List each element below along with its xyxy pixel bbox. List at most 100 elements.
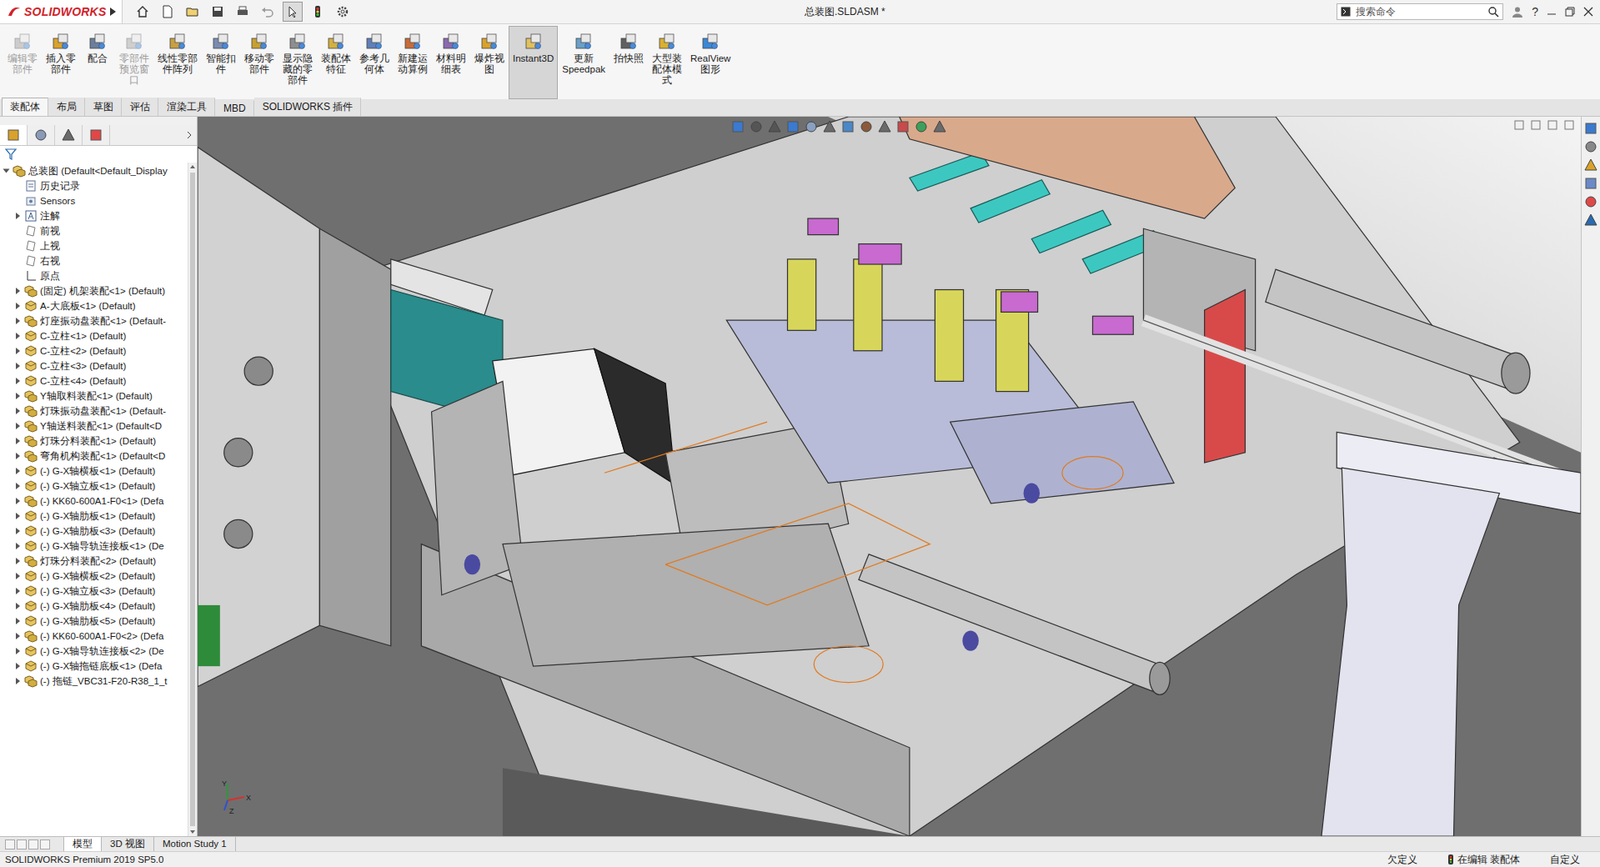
property-icon[interactable] (34, 128, 48, 142)
view-tool-icon[interactable] (822, 120, 837, 134)
expand-arrow[interactable] (13, 511, 22, 521)
tree-item[interactable]: 灯珠分料装配<1> (Default) (0, 433, 188, 449)
tree-item[interactable]: 灯珠分料装配<2> (Default) (0, 553, 188, 569)
tree-item[interactable]: 注解 (0, 208, 188, 224)
task-pane-icon[interactable] (1584, 176, 1598, 191)
command-tab[interactable]: 装配体 (1, 97, 49, 116)
tree-item[interactable]: (-) G-X轴导轨连接板<1> (De (0, 538, 188, 554)
command-tab[interactable]: 草图 (85, 97, 122, 116)
tree-item[interactable]: 原点 (0, 268, 188, 284)
ribbon-button[interactable]: 参考几何体 (355, 25, 394, 100)
ribbon-button[interactable]: 编辑零部件 (3, 25, 42, 100)
ribbon-button[interactable]: 材料明细表 (431, 25, 471, 100)
expand-arrow[interactable] (13, 571, 22, 581)
ribbon-button[interactable]: RealView图形 (686, 25, 735, 100)
restore-icon[interactable] (1564, 6, 1575, 17)
status-item[interactable]: 自定义 (1534, 853, 1595, 867)
ribbon-button[interactable]: 新建运动算例 (393, 25, 432, 100)
tree-item[interactable]: 右视 (0, 253, 188, 269)
feature-tree-icon[interactable] (6, 128, 21, 142)
print-button[interactable] (232, 1, 253, 22)
open-button[interactable] (182, 1, 203, 22)
command-tab[interactable]: 布局 (48, 97, 86, 116)
search-box[interactable]: 搜索命令 (1336, 3, 1504, 21)
expand-menu-icon[interactable] (108, 6, 117, 17)
command-tab[interactable]: 评估 (121, 97, 159, 116)
task-pane-icon[interactable] (1584, 140, 1598, 154)
panel-tab[interactable] (27, 125, 56, 146)
view-tool-icon[interactable] (877, 120, 892, 134)
tree-item[interactable]: Sensors (0, 193, 188, 209)
close-icon[interactable] (1583, 6, 1594, 17)
tree-item[interactable]: C-立柱<3> (Default) (0, 358, 188, 374)
view-tool-icon[interactable] (767, 120, 782, 134)
undo-button[interactable] (257, 1, 278, 22)
bottom-tab[interactable]: Motion Study 1 (154, 837, 236, 852)
ribbon-button[interactable]: 移动零部件 (240, 25, 279, 100)
viewport-window-icon[interactable] (1530, 120, 1541, 131)
expand-arrow[interactable] (13, 316, 22, 326)
select-button[interactable] (282, 1, 303, 22)
task-pane-icon[interactable] (1584, 195, 1598, 209)
tree-item[interactable]: (-) G-X轴肋板<1> (Default) (0, 508, 188, 524)
expand-arrow[interactable] (13, 466, 22, 476)
panel-more[interactable] (181, 125, 197, 146)
expand-arrow[interactable] (13, 361, 22, 371)
scroll-thumb[interactable] (190, 172, 196, 827)
tree-item[interactable]: C-立柱<2> (Default) (0, 343, 188, 359)
panel-tab[interactable] (55, 125, 83, 146)
task-pane-icon[interactable] (1584, 158, 1598, 172)
tree-item[interactable]: (-) G-X轴肋板<4> (Default) (0, 598, 188, 614)
tree-item[interactable]: (-) G-X轴横板<2> (Default) (0, 568, 188, 584)
tree-item[interactable]: (-) 拖链_VBC31-F20-R38_1_t (0, 673, 188, 689)
new-button[interactable] (157, 1, 178, 22)
tree-item[interactable]: (-) G-X轴横板<1> (Default) (0, 463, 188, 479)
tree-item[interactable]: A-大底板<1> (Default) (0, 298, 188, 314)
ribbon-button[interactable]: 显示隐藏的零部件 (278, 25, 317, 100)
ribbon-button[interactable]: 装配体特征 (316, 25, 356, 100)
expand-arrow[interactable] (13, 647, 22, 656)
display-icon[interactable] (89, 128, 103, 142)
ribbon-button[interactable]: 线性零部件阵列 (153, 25, 202, 100)
tab-nav-button[interactable] (40, 839, 51, 850)
model-view[interactable] (197, 116, 1581, 837)
expand-arrow[interactable] (13, 481, 22, 491)
expand-arrow[interactable] (13, 586, 22, 596)
app-logo[interactable]: SOLIDWORKS (0, 0, 123, 24)
tree-item[interactable]: (固定) 机架装配<1> (Default) (0, 283, 188, 299)
search-icon[interactable] (1487, 5, 1500, 18)
save-button[interactable] (207, 1, 228, 22)
tree-item[interactable]: 上视 (0, 238, 188, 254)
config-icon[interactable] (61, 128, 76, 142)
view-tool-icon[interactable] (804, 120, 818, 134)
command-tab[interactable]: 渲染工具 (158, 97, 216, 116)
view-tool-icon[interactable] (841, 120, 855, 134)
expand-arrow[interactable] (13, 391, 22, 401)
tab-nav-button[interactable] (16, 839, 27, 850)
scroll-up-icon[interactable] (189, 164, 196, 170)
panel-tab[interactable] (82, 125, 111, 146)
expand-arrow[interactable] (1, 166, 11, 176)
view-tool-icon[interactable] (859, 120, 873, 134)
viewport-window-icon[interactable] (1564, 120, 1575, 131)
graphics-area[interactable]: YXZ (197, 116, 1581, 837)
view-tool-icon[interactable] (786, 120, 800, 134)
tree-item[interactable]: (-) KK60-600A1-F0<1> (Defa (0, 493, 188, 509)
filter-icon[interactable] (5, 148, 19, 161)
expand-arrow[interactable] (13, 556, 22, 566)
expand-arrow[interactable] (13, 601, 22, 611)
task-pane-icon[interactable] (1584, 121, 1598, 136)
status-item[interactable]: 在编辑 装配体 (1432, 853, 1535, 867)
ribbon-button[interactable]: 插入零部件 (41, 25, 81, 100)
user-icon[interactable] (1511, 5, 1524, 18)
view-tool-icon[interactable] (731, 120, 745, 134)
expand-arrow[interactable] (13, 631, 22, 641)
ribbon-button[interactable]: Instant3D (508, 25, 558, 100)
tree-item[interactable]: (-) G-X轴立板<1> (Default) (0, 478, 188, 494)
task-pane-icon[interactable] (1584, 213, 1598, 227)
bottom-tab[interactable]: 模型 (63, 837, 102, 852)
expand-arrow[interactable] (13, 436, 22, 446)
tree-item[interactable]: (-) G-X轴立板<3> (Default) (0, 583, 188, 599)
ribbon-button[interactable]: 更新Speedpak (557, 25, 610, 100)
expand-arrow[interactable] (13, 376, 22, 386)
